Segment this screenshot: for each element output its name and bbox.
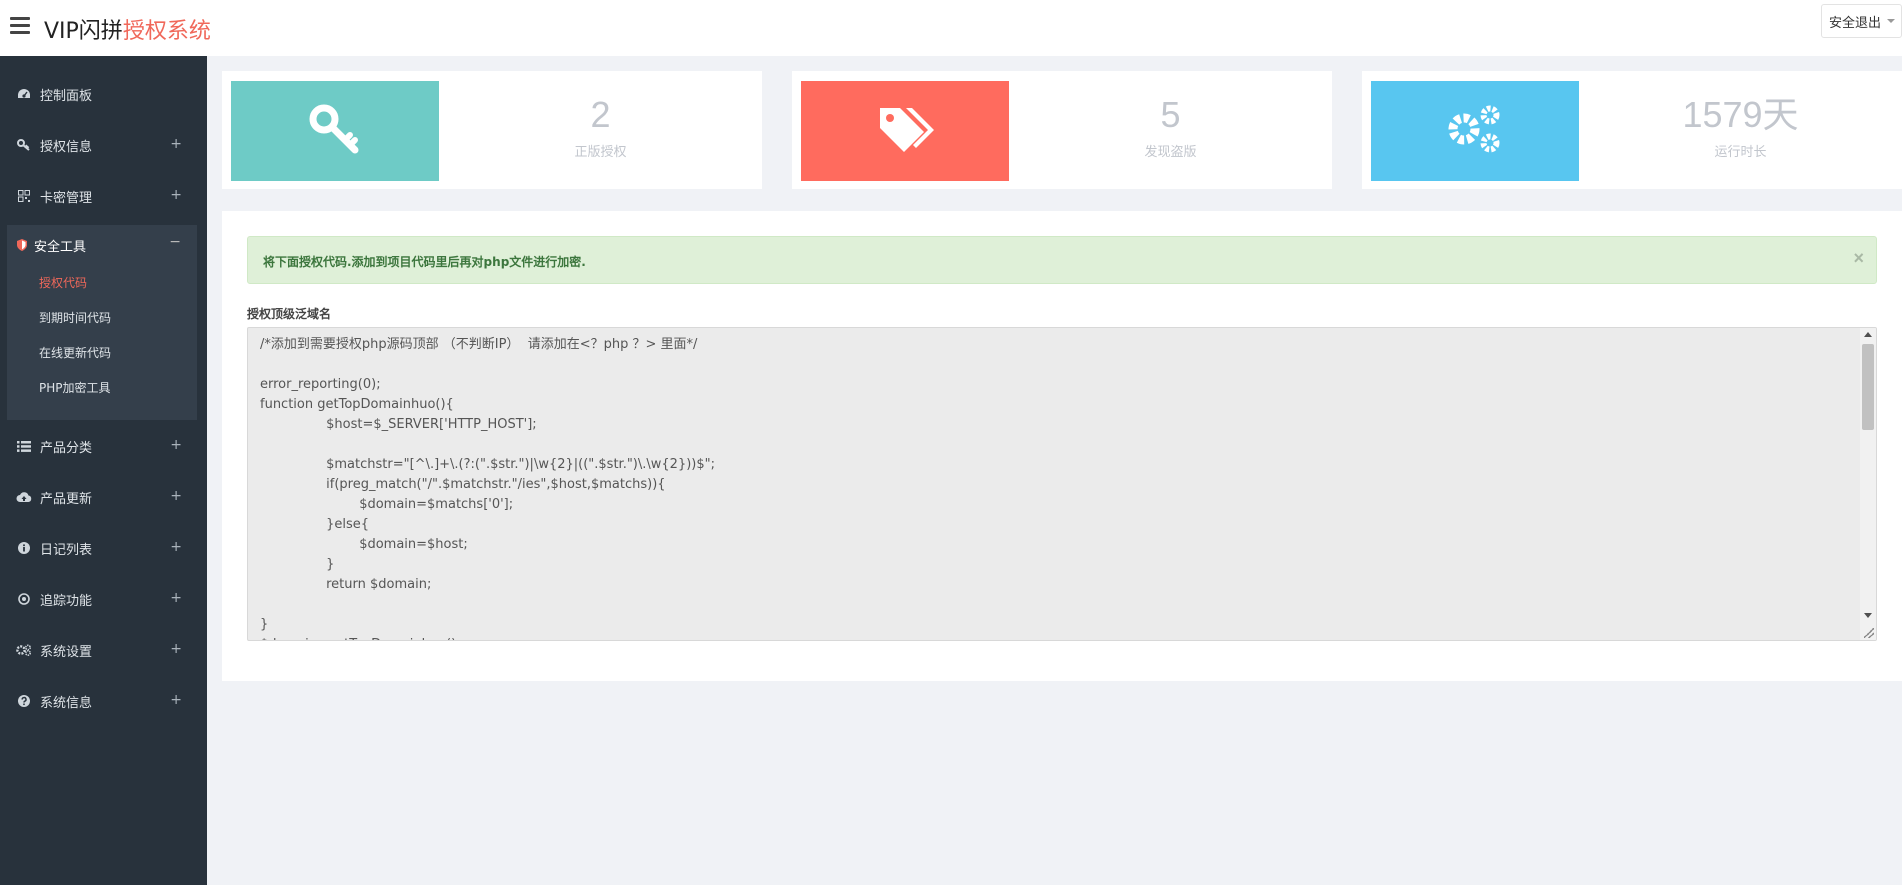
auth-code-content: /*添加到需要授权php源码顶部 （不判断IP） 请添加在<？php ？> 里面… xyxy=(260,337,715,640)
shield-icon xyxy=(16,238,28,252)
sidebar-group-security: 安全工具 − 授权代码 到期时间代码 在线更新代码 PHP加密工具 xyxy=(7,225,197,420)
sidebar-item-product-update[interactable]: 产品更新 + xyxy=(0,477,207,517)
sidebar-item-label: 日记列表 xyxy=(40,542,93,558)
expand-icon: + xyxy=(170,187,182,203)
info-icon xyxy=(16,540,32,556)
menu-toggle-icon[interactable] xyxy=(10,17,30,35)
key-icon xyxy=(16,137,32,153)
expand-icon: + xyxy=(170,590,182,606)
resize-grip-icon[interactable] xyxy=(1864,628,1874,638)
qrcode-icon xyxy=(16,188,32,204)
sub-item-php-encrypt[interactable]: PHP加密工具 xyxy=(39,379,111,396)
auth-code-textarea[interactable]: /*添加到需要授权php源码顶部 （不判断IP） 请添加在<？php ？> 里面… xyxy=(247,327,1877,641)
sidebar-item-system-info[interactable]: 系统信息 + xyxy=(0,681,207,721)
sidebar-item-log-list[interactable]: 日记列表 + xyxy=(0,528,207,568)
sidebar-item-tracking[interactable]: 追踪功能 + xyxy=(0,579,207,619)
caret-down-icon xyxy=(1887,19,1896,23)
expand-icon: + xyxy=(170,692,182,708)
stat-label: 发现盗版 xyxy=(1144,145,1197,160)
brand-title: VIP闪拼授权系统 xyxy=(44,13,211,45)
sidebar-item-label: 产品分类 xyxy=(40,440,93,456)
sidebar-item-label: 安全工具 xyxy=(34,239,87,255)
gears-icon xyxy=(1446,103,1504,160)
stat-label: 运行时长 xyxy=(1714,145,1767,160)
alert-message: 将下面授权代码.添加到项目代码里后再对php文件进行加密. xyxy=(263,255,586,269)
auth-code-panel: 将下面授权代码.添加到项目代码里后再对php文件进行加密. × 授权顶级泛域名 … xyxy=(222,211,1902,681)
sidebar-item-auth-info[interactable]: 授权信息 + xyxy=(0,125,207,165)
list-icon xyxy=(16,438,32,454)
sidebar-item-label: 控制面板 xyxy=(40,88,93,104)
stat-value: 2 xyxy=(590,94,611,135)
sub-item-update-code[interactable]: 在线更新代码 xyxy=(39,344,111,361)
collapse-icon: − xyxy=(169,234,181,250)
close-icon[interactable]: × xyxy=(1853,248,1864,269)
sidebar-item-label: 产品更新 xyxy=(40,491,93,507)
sidebar-item-label: 卡密管理 xyxy=(40,190,93,206)
stat-value: 1579天 xyxy=(1682,94,1799,135)
scroll-down-icon[interactable] xyxy=(1864,613,1872,618)
sidebar-item-dashboard[interactable]: 控制面板 xyxy=(0,74,207,114)
stat-card-licensed: 2 正版授权 xyxy=(222,71,762,189)
code-field-label: 授权顶级泛域名 xyxy=(247,307,332,321)
stat-card-piracy: 5 发现盗版 xyxy=(792,71,1332,189)
stat-tile xyxy=(801,81,1009,181)
key-icon xyxy=(309,104,361,159)
brand-accent: 授权系统 xyxy=(122,19,211,44)
brand-main: VIP闪拼 xyxy=(44,19,123,44)
stat-card-uptime: 1579天 运行时长 xyxy=(1362,71,1902,189)
sidebar: 控制面板 授权信息 + 卡密管理 + 安全工具 − 授权代码 到期时间代码 在线… xyxy=(0,56,207,885)
info-alert: 将下面授权代码.添加到项目代码里后再对php文件进行加密. × xyxy=(247,236,1877,284)
stat-tile xyxy=(231,81,439,181)
question-icon xyxy=(16,693,32,709)
scroll-up-icon[interactable] xyxy=(1864,332,1872,337)
stat-value: 5 xyxy=(1160,94,1181,135)
sidebar-item-label: 系统设置 xyxy=(40,644,93,660)
sidebar-item-security[interactable]: 安全工具 − xyxy=(7,225,197,265)
sidebar-item-system-settings[interactable]: 系统设置 + xyxy=(0,630,207,670)
cloud-upload-icon xyxy=(16,489,32,505)
sidebar-item-label: 授权信息 xyxy=(40,139,93,155)
scroll-thumb[interactable] xyxy=(1862,344,1874,430)
sidebar-item-product-category[interactable]: 产品分类 + xyxy=(0,426,207,466)
sidebar-item-label: 追踪功能 xyxy=(40,593,93,609)
sidebar-item-label: 系统信息 xyxy=(40,695,93,711)
stat-tile xyxy=(1371,81,1579,181)
expand-icon: + xyxy=(170,539,182,555)
logout-label: 安全退出 xyxy=(1829,15,1882,31)
target-icon xyxy=(16,591,32,607)
expand-icon: + xyxy=(170,437,182,453)
expand-icon: + xyxy=(170,488,182,504)
expand-icon: + xyxy=(170,641,182,657)
dashboard-icon xyxy=(16,86,32,102)
tags-icon xyxy=(876,104,934,159)
logout-dropdown[interactable]: 安全退出 xyxy=(1821,4,1902,38)
sub-item-expiry-code[interactable]: 到期时间代码 xyxy=(39,309,111,326)
textarea-scrollbar[interactable] xyxy=(1860,328,1876,640)
expand-icon: + xyxy=(170,136,182,152)
sidebar-item-card-mgmt[interactable]: 卡密管理 + xyxy=(0,176,207,216)
sub-item-auth-code[interactable]: 授权代码 xyxy=(39,274,87,291)
stat-label: 正版授权 xyxy=(574,145,627,160)
top-header: VIP闪拼授权系统 安全退出 xyxy=(0,0,1902,56)
gears-icon xyxy=(16,642,32,658)
